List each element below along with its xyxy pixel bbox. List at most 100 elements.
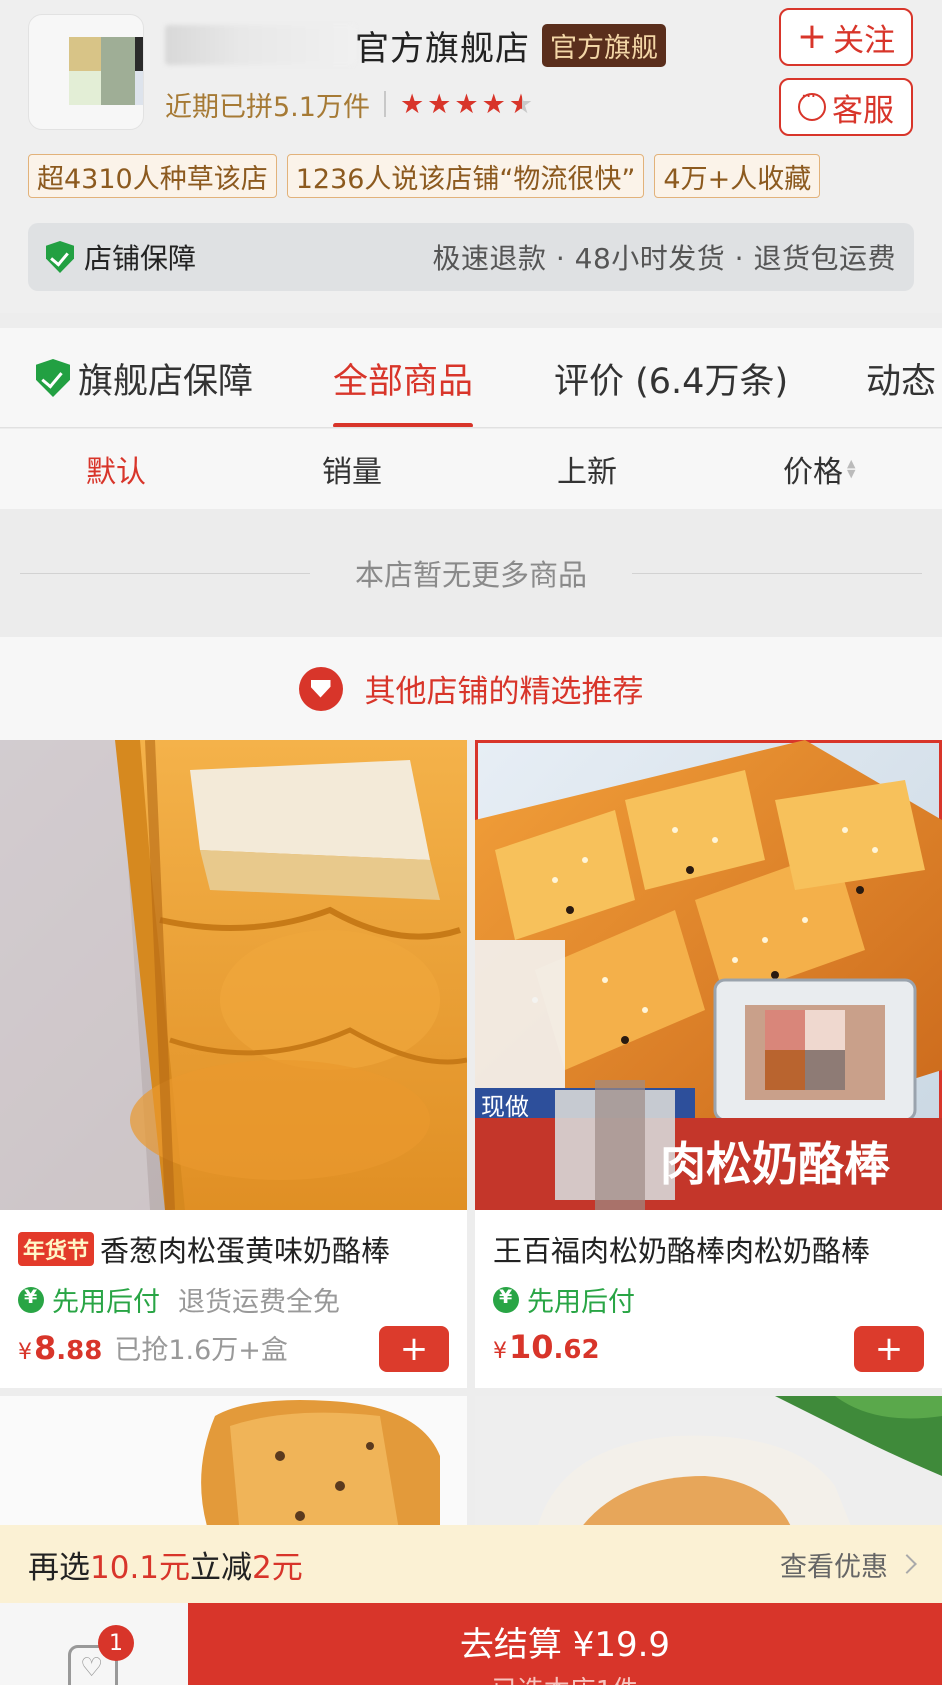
follow-label: 关注: [833, 22, 896, 59]
store-name-redacted: [165, 25, 355, 65]
divider: [632, 573, 922, 574]
store-tags: 超4310人种草该店 1236人说该店铺“物流很快” 4万+人收藏: [28, 154, 942, 200]
sort-price[interactable]: 价格 ▲ ▼: [783, 429, 855, 509]
logo-mosaic: [69, 71, 101, 105]
tab-reviews[interactable]: 评价 (6.4万条): [554, 328, 789, 427]
promo-prefix: 再选: [28, 1549, 90, 1586]
tab-flagship-guarantee[interactable]: 旗舰店保障: [36, 328, 254, 427]
product-card[interactable]: 现做 肉松奶酪棒 王百福肉松奶酪棒肉松奶酪棒 先用后付 ¥ 10.62 +: [475, 740, 942, 1388]
pay-later-icon: [18, 1286, 44, 1313]
sort-price-label: 价格: [783, 455, 843, 490]
chat-icon: [798, 86, 826, 121]
product-card[interactable]: 年货节 香葱肉松蛋黄味奶酪棒 先用后付 退货运费全免 ¥ 8.88 已抢1.6万…: [0, 740, 467, 1388]
store-name-row: 官方旗舰店 官方旗舰: [165, 18, 666, 72]
product-title-row: 王百福肉松奶酪棒肉松奶酪棒: [493, 1228, 870, 1270]
store-tag[interactable]: 4万+人收藏: [654, 154, 821, 198]
promo-middle: 立减: [190, 1549, 253, 1586]
tab-label: 旗舰店保障: [78, 361, 254, 402]
product-image[interactable]: [475, 1396, 942, 1536]
sort-newest[interactable]: 上新: [557, 429, 617, 509]
product-card[interactable]: [475, 1396, 942, 1536]
sort-bar: 默认 销量 上新 价格 ▲ ▼: [0, 429, 942, 509]
no-more-products: 本店暂无更多商品: [0, 509, 942, 637]
product-title[interactable]: 王百福肉松奶酪棒肉松奶酪棒: [493, 1228, 870, 1270]
logo-mosaic: [135, 71, 143, 105]
service-label: 客服: [832, 92, 894, 129]
cheese-stick-photo: 现做 肉松奶酪棒: [475, 740, 942, 1210]
promo-tag: 年货节: [18, 1232, 95, 1266]
pay-later-row: 先用后付: [493, 1280, 635, 1319]
product-card[interactable]: [0, 1396, 467, 1536]
promo-amount: 10.1元: [90, 1549, 191, 1586]
price-decimal: .62: [553, 1335, 600, 1365]
tab-label: 全部商品: [333, 361, 474, 402]
checkout-sub-label: 已选本店1件: [188, 1670, 942, 1685]
store-header: 官方旗舰店 官方旗舰 近期已拼5.1万件 ★ ★ ★ ★ ★ + 关注 客服 超…: [0, 0, 942, 313]
half-star-icon: ★: [508, 88, 534, 120]
add-to-cart-button[interactable]: +: [854, 1326, 924, 1372]
sort-default[interactable]: 默认: [86, 429, 146, 509]
overlay-text: 肉松奶酪棒: [660, 1137, 891, 1191]
discount-promo-bar[interactable]: 再选10.1元立减2元 查看优惠: [0, 1525, 942, 1603]
store-sales: 近期已拼5.1万件: [165, 91, 370, 123]
guarantee-label: 店铺保障: [84, 242, 197, 275]
customer-service-button[interactable]: 客服: [779, 78, 913, 136]
empty-text: 本店暂无更多商品: [332, 552, 609, 594]
overlay-tag: 现做: [481, 1094, 529, 1121]
price-decimal: .88: [56, 1336, 103, 1366]
pay-later-label: 先用后付: [527, 1287, 635, 1318]
cart-count-badge: 1: [98, 1625, 134, 1661]
star-icon: ★: [454, 88, 479, 120]
tab-label: 评价 (6.4万条): [554, 361, 789, 402]
cheese-stick-photo: [0, 740, 467, 1210]
follow-button[interactable]: + 关注: [779, 8, 913, 66]
add-to-cart-button[interactable]: +: [379, 1326, 449, 1372]
shield-check-icon: [46, 241, 74, 273]
official-badge: 官方旗舰: [542, 23, 666, 67]
logo-mosaic: [101, 37, 135, 105]
product-image[interactable]: [0, 1396, 467, 1536]
checkout-bar: 1 去结算 ¥19.9 已选本店1件: [0, 1603, 942, 1685]
divider: [383, 91, 386, 117]
sold-count: 已抢1.6万+盒: [114, 1335, 288, 1366]
star-icon: ★: [399, 88, 425, 120]
price-integer: 10: [509, 1328, 554, 1366]
pay-later-row: 先用后付 退货运费全免: [18, 1280, 340, 1319]
promo-discount: 2元: [252, 1549, 303, 1586]
store-logo[interactable]: [28, 14, 144, 130]
logo-mosaic: [135, 37, 143, 71]
price: 10.62: [509, 1328, 600, 1366]
product-image[interactable]: 现做 肉松奶酪棒: [475, 740, 942, 1210]
store-guarantee-bar[interactable]: 店铺保障 极速退款 · 48小时发货 · 退货包运费: [28, 223, 914, 291]
store-sub-row: 近期已拼5.1万件 ★ ★ ★ ★ ★: [165, 84, 533, 124]
pay-later-label: 先用后付: [52, 1287, 160, 1318]
checkout-button[interactable]: 去结算 ¥19.9 已选本店1件: [188, 1603, 942, 1685]
tab-feed[interactable]: 动态: [866, 328, 937, 427]
checkout-label: 去结算 ¥19.9: [459, 1625, 671, 1665]
store-tag[interactable]: 1236人说该店铺“物流很快”: [286, 154, 645, 198]
product-title[interactable]: 香葱肉松蛋黄味奶酪棒: [100, 1228, 390, 1270]
recommendation-header: 其他店铺的精选推荐: [0, 637, 942, 740]
sort-sales[interactable]: 销量: [322, 429, 382, 509]
cart-button[interactable]: 1: [62, 1625, 134, 1685]
view-discount-link[interactable]: 查看优惠: [780, 1545, 917, 1584]
price-integer: 8: [34, 1329, 57, 1367]
price: 8.88: [34, 1329, 102, 1367]
store-tag[interactable]: 超4310人种草该店: [28, 154, 277, 198]
price-row: ¥ 8.88 已抢1.6万+盒: [18, 1328, 288, 1367]
product-image[interactable]: [0, 740, 467, 1210]
star-icon: ★: [427, 88, 452, 120]
divider: [20, 573, 310, 574]
plus-icon: +: [796, 16, 828, 57]
view-discount-label: 查看优惠: [780, 1551, 888, 1583]
store-name[interactable]: 官方旗舰店: [355, 21, 530, 70]
page: 官方旗舰店 官方旗舰 近期已拼5.1万件 ★ ★ ★ ★ ★ + 关注 客服 超…: [0, 0, 942, 1685]
free-return-label: 退货运费全免: [178, 1287, 340, 1318]
tab-all-products[interactable]: 全部商品: [333, 328, 474, 427]
logo-mosaic: [69, 37, 101, 71]
promo-message: 再选10.1元立减2元: [28, 1542, 303, 1587]
currency-symbol: ¥: [18, 1340, 32, 1365]
price-row: ¥ 10.62: [493, 1328, 600, 1366]
tab-label: 动态: [866, 361, 937, 402]
recommendation-title: 其他店铺的精选推荐: [364, 674, 644, 710]
